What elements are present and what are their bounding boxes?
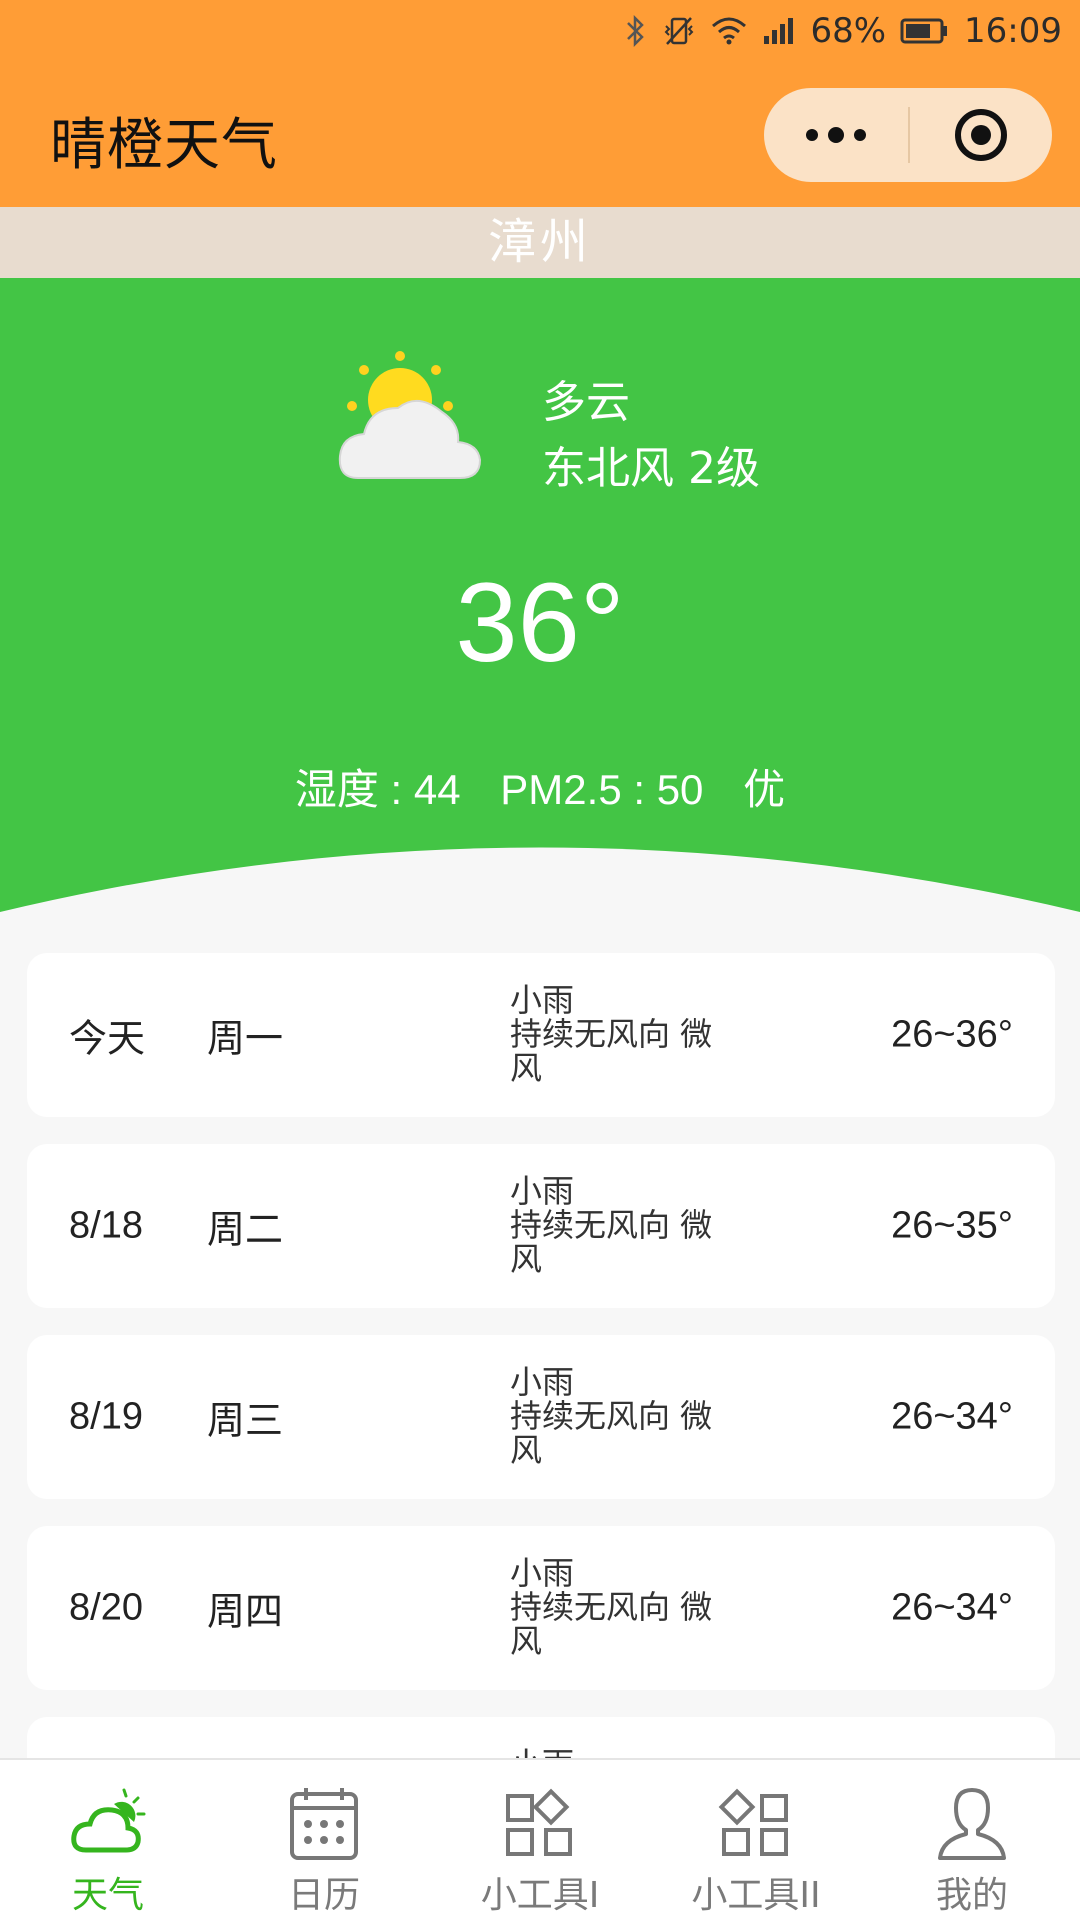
forecast-date: 8/19 [69, 1395, 143, 1438]
tools-icon [506, 1788, 572, 1856]
forecast-list[interactable]: 今天 周一 小雨 持续无风向 微风 26~36° 8/18 周二 小雨 持续无风… [27, 953, 1055, 1758]
forecast-temp-range: 26~36° [891, 1013, 1013, 1056]
tab-label: 我的 [935, 1875, 1008, 1916]
forecast-condition: 小雨 [510, 1554, 575, 1592]
forecast-description: 小雨 持续无风向 微风 [510, 983, 740, 1085]
forecast-description: 小雨 持续无风向 微风 [510, 1174, 740, 1276]
forecast-weekday: 周三 [207, 1398, 284, 1443]
forecast-wind: 持续无风向 微风 [510, 1206, 713, 1278]
tab-profile[interactable]: 我的 [864, 1760, 1080, 1920]
bluetooth-icon [624, 14, 648, 48]
forecast-weekday: 周四 [207, 1589, 284, 1634]
mini-program-capsule [764, 88, 1052, 182]
tab-label: 日历 [287, 1875, 360, 1916]
tab-label: 小工具I [480, 1875, 600, 1916]
more-button[interactable] [764, 88, 908, 182]
forecast-weekday: 周一 [207, 1016, 284, 1061]
city-name[interactable]: 漳州 [0, 207, 1080, 278]
tab-label: 小工具II [691, 1875, 821, 1916]
forecast-card[interactable]: 8/18 周二 小雨 持续无风向 微风 26~35° [27, 1144, 1055, 1308]
forecast-card[interactable]: 8/19 周三 小雨 持续无风向 微风 26~34° [27, 1335, 1055, 1499]
forecast-weekday: 周二 [207, 1207, 284, 1252]
forecast-date: 8/18 [69, 1204, 143, 1247]
partly-cloudy-icon [338, 351, 482, 479]
calendar-icon [290, 1788, 358, 1860]
tab-weather[interactable]: 天气 [0, 1760, 216, 1920]
forecast-condition: 小雨 [510, 981, 575, 1019]
tab-tools-1[interactable]: 小工具I [432, 1760, 648, 1920]
more-dot-icon [828, 127, 844, 143]
humidity: 湿度 : 44 [294, 766, 461, 813]
forecast-card[interactable]: 小雨 [27, 1717, 1055, 1758]
forecast-wind: 持续无风向 微风 [510, 1588, 713, 1660]
forecast-date: 8/20 [69, 1586, 143, 1629]
current-weather-panel: 多云 东北风 2级 36° 湿度 : 44 PM2.5 : 50 优 [0, 278, 1080, 918]
forecast-description: 小雨 [510, 1747, 740, 1758]
tab-bar: 天气 日历 小工具I 小工具II 我的 [0, 1758, 1080, 1920]
weather-icon [71, 1788, 146, 1853]
forecast-temp-range: 26~34° [891, 1395, 1013, 1438]
header: 68% 16:09 晴橙天气 [0, 0, 1080, 207]
forecast-description: 小雨 持续无风向 微风 [510, 1556, 740, 1658]
tab-label: 天气 [71, 1875, 144, 1916]
forecast-card[interactable]: 今天 周一 小雨 持续无风向 微风 26~36° [27, 953, 1055, 1117]
wifi-icon [710, 16, 748, 46]
page-title: 晴橙天气 [50, 113, 278, 178]
forecast-condition: 小雨 [510, 1172, 575, 1210]
signal-icon [762, 16, 796, 46]
current-wind: 东北风 2级 [542, 443, 760, 494]
humidity-aqi-row: 湿度 : 44 PM2.5 : 50 优 [0, 756, 1080, 817]
air-quality: 优 [743, 766, 786, 813]
forecast-condition: 小雨 [510, 1747, 740, 1758]
more-dot-icon [806, 129, 818, 141]
forecast-card[interactable]: 8/20 周四 小雨 持续无风向 微风 26~34° [27, 1526, 1055, 1690]
vibrate-icon [662, 14, 696, 48]
forecast-temp-range: 26~35° [891, 1204, 1013, 1247]
clock: 16:09 [964, 11, 1062, 51]
tab-calendar[interactable]: 日历 [216, 1760, 432, 1920]
pm25: PM2.5 : 50 [500, 766, 704, 813]
battery-icon [900, 17, 950, 45]
profile-icon [938, 1788, 1006, 1860]
battery-percent: 68% [810, 11, 887, 51]
status-bar: 68% 16:09 [624, 8, 1062, 54]
tab-tools-2[interactable]: 小工具II [648, 1760, 864, 1920]
forecast-condition: 小雨 [510, 1363, 575, 1401]
target-icon [955, 109, 1007, 161]
forecast-wind: 持续无风向 微风 [510, 1397, 713, 1469]
current-condition: 多云 [542, 377, 630, 428]
more-dot-icon [854, 129, 866, 141]
forecast-wind: 持续无风向 微风 [510, 1015, 713, 1087]
tools-icon [718, 1788, 788, 1856]
forecast-temp-range: 26~34° [891, 1586, 1013, 1629]
forecast-date: 今天 [69, 1018, 146, 1061]
close-mini-program-button[interactable] [910, 88, 1052, 182]
forecast-description: 小雨 持续无风向 微风 [510, 1365, 740, 1467]
current-temperature: 36° [455, 560, 625, 685]
